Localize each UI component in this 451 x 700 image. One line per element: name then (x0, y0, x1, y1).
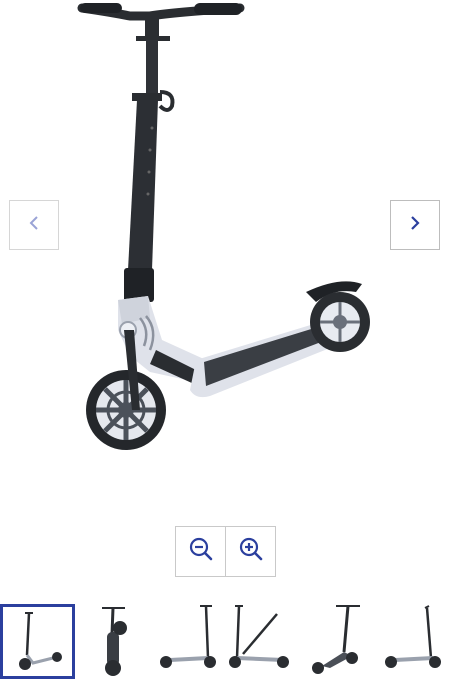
previous-image-button[interactable] (9, 200, 59, 250)
thumbnail-1[interactable] (0, 604, 75, 679)
thumbnail-strip (0, 604, 451, 680)
scooter-main-image (77, 3, 370, 450)
thumbnail-6[interactable] (375, 604, 450, 679)
chevron-right-icon (408, 214, 422, 237)
chevron-left-icon (27, 214, 41, 237)
zoom-in-button[interactable] (225, 527, 275, 576)
zoom-out-button[interactable] (176, 527, 225, 576)
thumbnail-3[interactable] (150, 604, 225, 679)
zoom-out-icon (188, 536, 214, 567)
zoom-in-icon (238, 536, 264, 567)
zoom-controls (175, 526, 276, 577)
thumbnail-2[interactable] (75, 604, 150, 679)
thumbnail-4[interactable] (225, 604, 300, 679)
next-image-button[interactable] (390, 200, 440, 250)
thumbnail-5[interactable] (300, 604, 375, 679)
